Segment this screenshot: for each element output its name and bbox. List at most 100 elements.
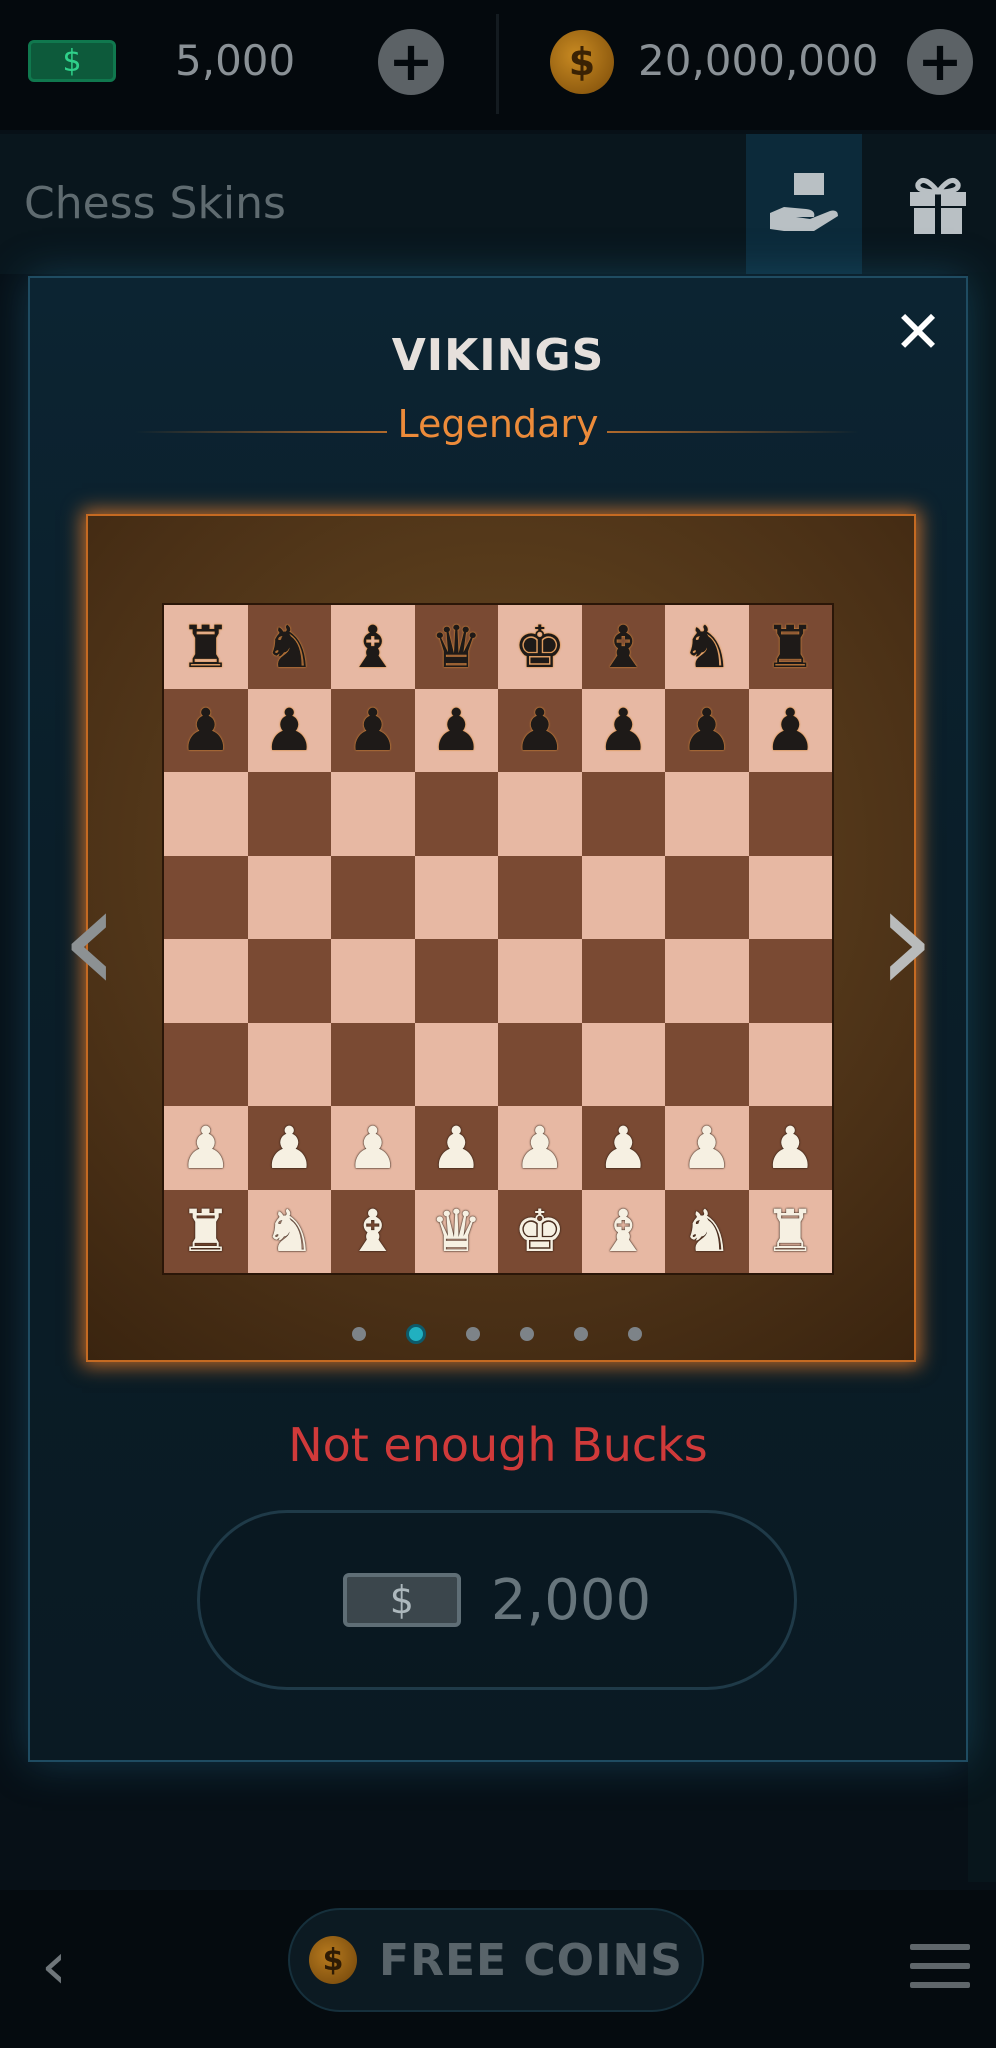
skin-name: VIKINGS (391, 330, 605, 381)
black-knight-icon: ♞ (680, 612, 733, 681)
back-button[interactable]: ‹ (24, 1927, 84, 2004)
page-dot[interactable] (628, 1327, 642, 1341)
free-coins-label: FREE COINS (379, 1934, 683, 1986)
board-square (665, 855, 749, 939)
board-square (748, 855, 832, 939)
board-square: ♝ (331, 605, 415, 689)
board-square (414, 939, 498, 1023)
board-square: ♜ (748, 605, 832, 689)
black-pawn-icon: ♟ (764, 696, 817, 765)
board-square (164, 772, 248, 856)
board-square (581, 1022, 665, 1106)
add-bucks-button[interactable]: + (378, 29, 444, 95)
page-dot[interactable] (352, 1327, 366, 1341)
board-square (581, 855, 665, 939)
board-square: ♟ (581, 1106, 665, 1190)
black-rook-icon: ♜ (179, 612, 232, 681)
board-square (331, 1022, 415, 1106)
white-king-icon: ♚ (513, 1197, 566, 1266)
board-square: ♛ (414, 605, 498, 689)
board-square: ♟ (498, 1106, 582, 1190)
add-coins-button[interactable]: + (907, 29, 973, 95)
currency-divider (496, 14, 499, 114)
board-square (498, 772, 582, 856)
board-square (665, 772, 749, 856)
board-square: ♞ (247, 605, 331, 689)
board-square: ♞ (247, 1189, 331, 1273)
board-square: ♝ (331, 1189, 415, 1273)
white-bishop-icon: ♝ (597, 1197, 650, 1266)
black-pawn-icon: ♟ (346, 696, 399, 765)
background-panel-edge (968, 272, 996, 1882)
page-dot-active[interactable] (406, 1324, 426, 1344)
insufficient-funds-message: Not enough Bucks (288, 1418, 708, 1472)
menu-button[interactable] (910, 1944, 970, 1988)
bucks-icon: $ (342, 1573, 461, 1627)
buy-button[interactable]: $ 2,000 (197, 1510, 797, 1690)
black-bishop-icon: ♝ (597, 612, 650, 681)
price-amount: 2,000 (490, 1567, 652, 1633)
coins-amount: 20,000,000 (638, 36, 879, 85)
board-square (665, 1022, 749, 1106)
black-queen-icon: ♛ (430, 612, 483, 681)
page-title: Chess Skins (24, 178, 286, 229)
board-square: ♟ (247, 688, 331, 772)
previous-skin-button[interactable]: ‹ (50, 853, 130, 1027)
board-square (748, 939, 832, 1023)
free-coins-button[interactable]: $ FREE COINS (288, 1908, 704, 2012)
hand-offer-icon (770, 173, 838, 231)
gift-button[interactable] (880, 134, 996, 274)
bucks-icon: $ (28, 40, 116, 82)
white-knight-icon: ♞ (263, 1197, 316, 1266)
board-square (247, 939, 331, 1023)
board-square: ♛ (414, 1189, 498, 1273)
black-rook-icon: ♜ (764, 612, 817, 681)
rarity-divider-right (607, 431, 859, 433)
carousel-page-indicator (352, 1322, 642, 1346)
rarity-label: Legendary (397, 402, 599, 446)
board-square: ♟ (164, 688, 248, 772)
board-square (331, 772, 415, 856)
white-pawn-icon: ♟ (597, 1113, 650, 1182)
board-square: ♟ (331, 688, 415, 772)
board-square (498, 1022, 582, 1106)
next-skin-button[interactable]: › (866, 853, 946, 1027)
page-dot[interactable] (520, 1327, 534, 1341)
board-square (247, 772, 331, 856)
board-square: ♟ (748, 688, 832, 772)
board-square (748, 1022, 832, 1106)
white-pawn-icon: ♟ (346, 1113, 399, 1182)
board-square: ♟ (247, 1106, 331, 1190)
white-pawn-icon: ♟ (263, 1113, 316, 1182)
board-square (414, 855, 498, 939)
board-square (581, 772, 665, 856)
board-square (331, 939, 415, 1023)
board-square (247, 855, 331, 939)
board-square: ♟ (331, 1106, 415, 1190)
page-dot[interactable] (574, 1327, 588, 1341)
board-square: ♜ (748, 1189, 832, 1273)
board-square: ♚ (498, 1189, 582, 1273)
black-king-icon: ♚ (513, 612, 566, 681)
board-square: ♟ (665, 1106, 749, 1190)
page-dot[interactable] (466, 1327, 480, 1341)
white-rook-icon: ♜ (179, 1197, 232, 1266)
white-pawn-icon: ♟ (680, 1113, 733, 1182)
black-pawn-icon: ♟ (179, 696, 232, 765)
board-square (414, 1022, 498, 1106)
board-square (665, 939, 749, 1023)
chess-board-preview: ♜ ♞ ♝ ♛ ♚ ♝ ♞ ♜ ♟ ♟ ♟ ♟ ♟ ♟ ♟ ♟ ♟ ♟ ♟ ♟ ♟ ♟ ♟ ♟ ♜ ♞ ♝ ♛ ♚ ♝ ♞ ♜ (162, 603, 834, 1275)
board-square (414, 772, 498, 856)
bucks-amount: 5,000 (175, 36, 296, 85)
board-square (748, 772, 832, 856)
white-bishop-icon: ♝ (346, 1197, 399, 1266)
board-square: ♟ (414, 1106, 498, 1190)
menu-bar (910, 1982, 970, 1988)
black-bishop-icon: ♝ (346, 612, 399, 681)
black-pawn-icon: ♟ (263, 696, 316, 765)
board-square (164, 1022, 248, 1106)
hand-offer-button[interactable] (746, 134, 862, 274)
board-square (581, 939, 665, 1023)
board-square: ♞ (665, 1189, 749, 1273)
gift-icon (910, 177, 966, 234)
